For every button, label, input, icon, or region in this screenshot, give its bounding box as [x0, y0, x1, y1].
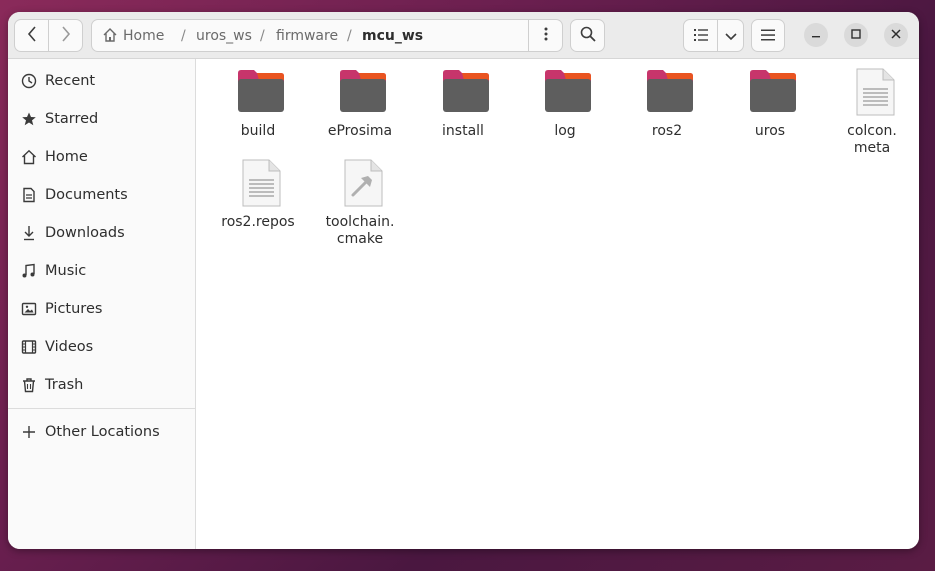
- plus-icon: [20, 423, 38, 441]
- search-icon: [580, 26, 596, 46]
- path-menu-button[interactable]: [528, 20, 563, 51]
- breadcrumb-uros-ws[interactable]: uros_ws: [196, 20, 252, 51]
- document-icon: [20, 186, 38, 204]
- folder-icon: [749, 68, 797, 116]
- sidebar-item-downloads[interactable]: Downloads: [8, 214, 195, 252]
- close-button[interactable]: [884, 23, 908, 47]
- text-file-icon: [851, 68, 899, 116]
- breadcrumb-home[interactable]: Home: [123, 20, 164, 51]
- home-icon: [20, 148, 38, 166]
- close-icon: [891, 28, 901, 42]
- headerbar: Home / uros_ws / firmware / mcu_ws: [8, 12, 919, 59]
- sidebar: Recent Starred Home Documents Downloads: [8, 59, 196, 549]
- sidebar-divider: [8, 408, 195, 409]
- folder-icon: [544, 68, 592, 116]
- breadcrumb-firmware[interactable]: firmware: [276, 20, 338, 51]
- sidebar-item-label: Other Locations: [45, 424, 160, 440]
- file-grid: build eProsima install log ros2 uros col…: [196, 59, 919, 549]
- video-icon: [20, 338, 38, 356]
- main-menu-button[interactable]: [751, 19, 785, 52]
- file-manager-window: Home / uros_ws / firmware / mcu_ws Recen…: [8, 12, 919, 549]
- vertical-dots-icon: [544, 26, 548, 45]
- back-button[interactable]: [15, 20, 49, 51]
- breadcrumb-separator: /: [260, 27, 265, 44]
- sidebar-item-starred[interactable]: Starred: [8, 100, 195, 138]
- download-icon: [20, 224, 38, 242]
- minimize-icon: [811, 28, 821, 42]
- hammer-file-icon: [339, 159, 387, 207]
- folder-icon: [646, 68, 694, 116]
- sidebar-item-other-locations[interactable]: Other Locations: [8, 413, 195, 451]
- sidebar-item-label: Downloads: [45, 225, 125, 241]
- breadcrumb-mcu-ws[interactable]: mcu_ws: [362, 20, 423, 51]
- chevron-down-icon: [724, 27, 737, 45]
- sidebar-item-label: Trash: [45, 377, 84, 393]
- chevron-right-icon: [61, 25, 71, 46]
- sidebar-item-videos[interactable]: Videos: [8, 328, 195, 366]
- star-icon: [20, 110, 38, 128]
- home-icon: [102, 27, 118, 47]
- file-name: log: [554, 123, 576, 139]
- maximize-button[interactable]: [844, 23, 868, 47]
- sidebar-item-trash[interactable]: Trash: [8, 366, 195, 404]
- sidebar-item-label: Home: [45, 149, 88, 165]
- sidebar-item-home[interactable]: Home: [8, 138, 195, 176]
- sidebar-item-label: Music: [45, 263, 87, 279]
- maximize-icon: [851, 28, 861, 42]
- search-button[interactable]: [570, 19, 605, 52]
- text-file-icon: [237, 159, 285, 207]
- sidebar-item-music[interactable]: Music: [8, 252, 195, 290]
- sidebar-item-pictures[interactable]: Pictures: [8, 290, 195, 328]
- sidebar-item-label: Videos: [45, 339, 94, 355]
- path-bar: Home / uros_ws / firmware / mcu_ws: [91, 19, 563, 52]
- clock-icon: [20, 72, 38, 90]
- sidebar-item-documents[interactable]: Documents: [8, 176, 195, 214]
- file-name: install: [442, 123, 484, 139]
- minimize-button[interactable]: [804, 23, 828, 47]
- chevron-left-icon: [27, 25, 37, 46]
- sidebar-item-label: Pictures: [45, 301, 103, 317]
- folder-icon: [237, 68, 285, 116]
- folder-icon: [339, 68, 387, 116]
- music-icon: [20, 262, 38, 280]
- forward-button[interactable]: [49, 20, 82, 51]
- sidebar-item-label: Recent: [45, 73, 96, 89]
- file-name: toolchain. cmake: [325, 214, 395, 247]
- navigation-buttons: [14, 19, 83, 52]
- file-name: ros2: [651, 123, 683, 139]
- file-name: uros: [754, 123, 786, 139]
- breadcrumb-separator: /: [181, 27, 186, 44]
- file-name: build: [240, 123, 276, 139]
- view-toggle-group: [683, 19, 744, 52]
- sidebar-item-label: Starred: [45, 111, 99, 127]
- picture-icon: [20, 300, 38, 318]
- file-name: colcon. meta: [847, 123, 897, 156]
- breadcrumb-separator: /: [347, 27, 352, 44]
- hamburger-icon: [761, 27, 775, 45]
- trash-icon: [20, 376, 38, 394]
- view-options-button[interactable]: [718, 20, 743, 51]
- list-view-icon: [693, 27, 708, 45]
- sidebar-item-recent[interactable]: Recent: [8, 62, 195, 100]
- file-name: ros2.repos: [221, 214, 295, 230]
- sidebar-item-label: Documents: [45, 187, 128, 203]
- file-name: eProsima: [327, 123, 393, 139]
- list-view-button[interactable]: [684, 20, 718, 51]
- folder-icon: [442, 68, 490, 116]
